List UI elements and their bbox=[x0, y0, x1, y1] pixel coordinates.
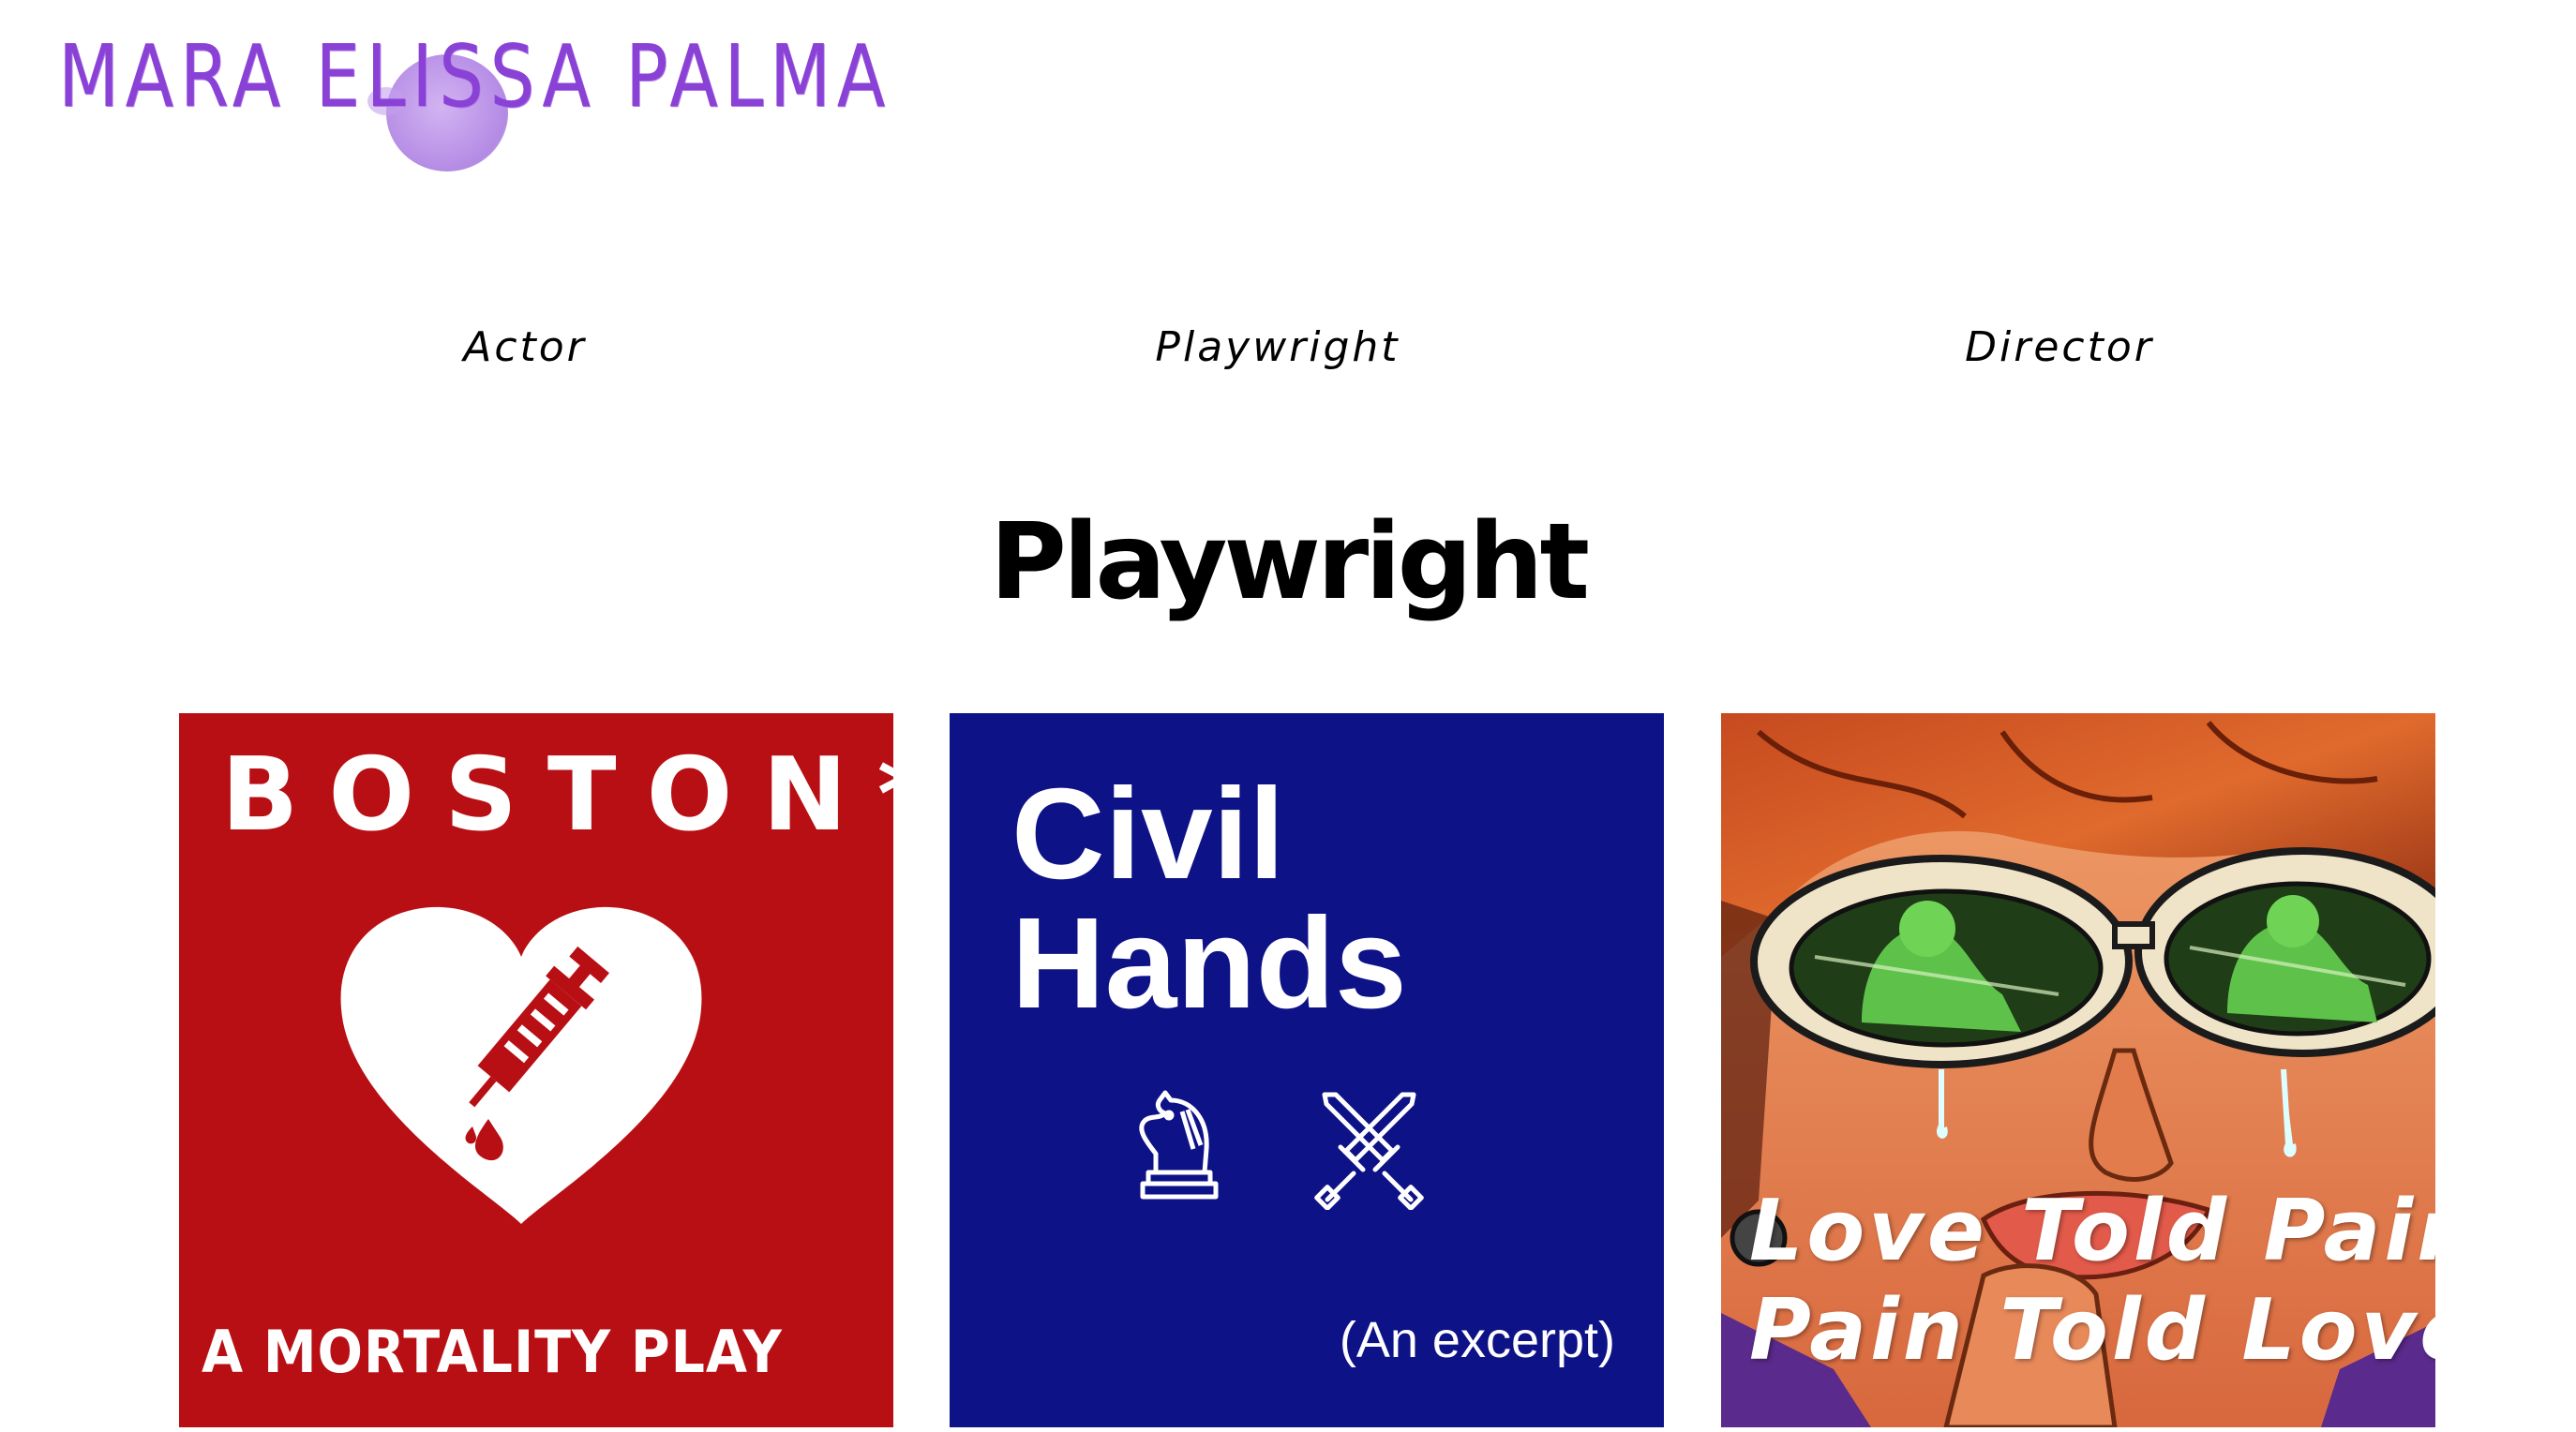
card-love-told-pain-title-line1: Love Told Pain, bbox=[1749, 1182, 2435, 1280]
crossed-swords-icon bbox=[1314, 1092, 1424, 1210]
chess-knight-icon bbox=[1139, 1090, 1219, 1200]
nav-item-playwright[interactable]: Playwright bbox=[1155, 323, 1400, 371]
page-title: Playwright bbox=[989, 501, 1590, 623]
card-love-told-pain[interactable]: Love Told Pain, Pain Told Love bbox=[1721, 713, 2435, 1427]
card-civil-hands-title-line1: Civil bbox=[1011, 762, 1285, 906]
card-boston-title: BOSTON*: bbox=[221, 737, 893, 854]
card-civil-hands-title: Civil Hands bbox=[1011, 769, 1407, 1028]
main-nav: Actor Playwright Director bbox=[0, 323, 2576, 389]
site-logo[interactable]: MARA ELISSA PALMA bbox=[58, 26, 902, 176]
logo-text: MARA ELISSA PALMA bbox=[58, 26, 891, 127]
card-civil-hands[interactable]: Civil Hands (An excerpt) bbox=[950, 713, 1664, 1427]
card-civil-hands-note: (An excerpt) bbox=[1339, 1312, 1615, 1368]
card-love-told-pain-title-line2: Pain Told Love bbox=[1749, 1281, 2435, 1380]
heart-syringe-icon bbox=[340, 906, 702, 1224]
card-civil-hands-title-line2: Hands bbox=[1011, 891, 1407, 1036]
card-boston[interactable]: BOSTON*: A MORTALITY PLAY bbox=[179, 713, 893, 1427]
nav-item-director[interactable]: Director bbox=[1965, 323, 2154, 371]
card-boston-subtitle: A MORTALITY PLAY bbox=[202, 1318, 783, 1386]
nav-item-actor[interactable]: Actor bbox=[463, 323, 587, 371]
card-love-told-pain-title: Love Told Pain, Pain Told Love bbox=[1749, 1182, 2435, 1380]
